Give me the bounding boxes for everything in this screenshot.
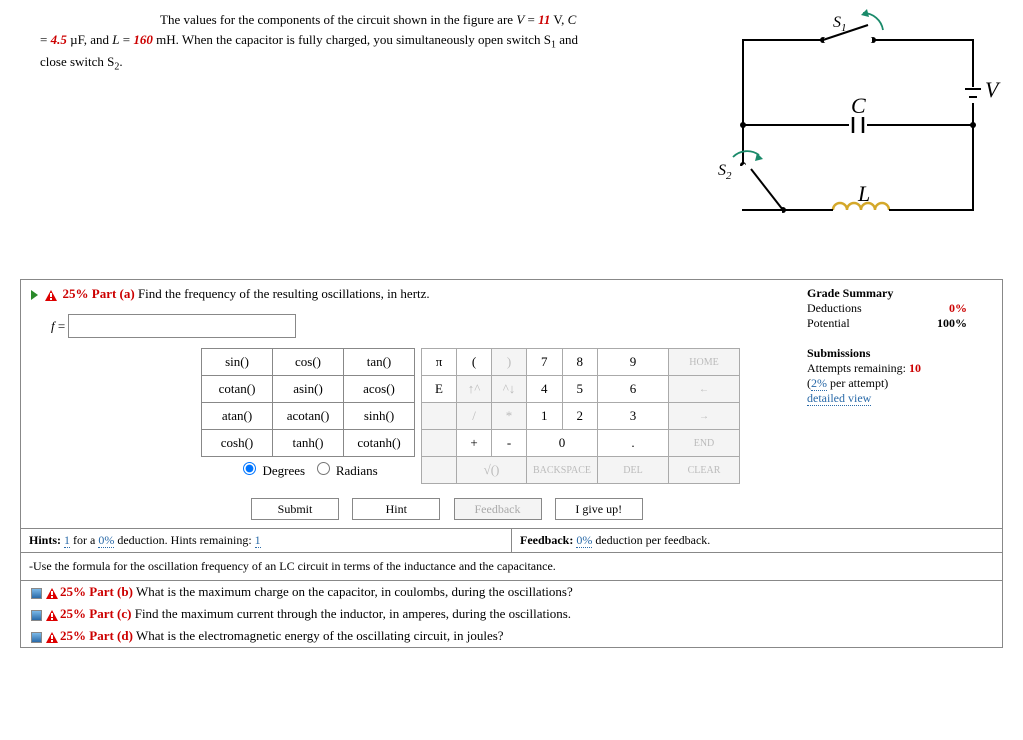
down-button[interactable]: ^↓	[492, 376, 527, 403]
feedback-button[interactable]: Feedback	[454, 498, 542, 520]
cosh-button[interactable]: cosh()	[202, 430, 273, 457]
left-button[interactable]: ←	[669, 376, 740, 403]
div-button[interactable]: /	[457, 403, 492, 430]
right-button[interactable]: →	[669, 403, 740, 430]
warning-icon	[46, 632, 58, 643]
problem-statement: The values for the components of the cir…	[40, 10, 583, 75]
minus-button[interactable]: -	[492, 430, 527, 457]
detailed-view-link[interactable]: detailed view	[807, 391, 871, 406]
end-button[interactable]: END	[669, 430, 740, 457]
numeric-keypad: π()789HOME E↑^^↓456← /*123→ +-0.END √()B…	[421, 348, 740, 484]
part-c-header[interactable]: 25% Part (c) Find the maximum current th…	[21, 603, 1002, 625]
dot-button[interactable]: .	[598, 430, 669, 457]
cos-button[interactable]: cos()	[273, 349, 344, 376]
warning-icon	[46, 588, 58, 599]
del-button[interactable]: DEL	[598, 457, 669, 484]
expand-icon[interactable]	[31, 290, 38, 300]
tan-button[interactable]: tan()	[344, 349, 415, 376]
asin-button[interactable]: asin()	[273, 376, 344, 403]
sqrt-button[interactable]: √()	[457, 457, 527, 484]
svg-text:V: V	[985, 77, 1001, 102]
hint-text: -Use the formula for the oscillation fre…	[21, 552, 1002, 580]
svg-text:S2: S2	[718, 162, 732, 182]
sinh-button[interactable]: sinh()	[344, 403, 415, 430]
num-4[interactable]: 4	[527, 376, 563, 403]
hints-deduction-link[interactable]: 0%	[98, 533, 114, 548]
pi-button[interactable]: π	[422, 349, 457, 376]
num-1[interactable]: 1	[527, 403, 563, 430]
circuit-figure: S1 V C S2	[713, 5, 1003, 239]
part-b-header[interactable]: 25% Part (b) What is the maximum charge …	[21, 581, 1002, 603]
acos-button[interactable]: acos()	[344, 376, 415, 403]
degrees-radio[interactable]: Degrees	[238, 463, 305, 478]
acotan-button[interactable]: acotan()	[273, 403, 344, 430]
num-7[interactable]: 7	[527, 349, 563, 376]
cotan-button[interactable]: cotan()	[202, 376, 273, 403]
plus-button[interactable]: +	[457, 430, 492, 457]
collapse-icon	[31, 632, 42, 643]
rparen-button[interactable]: )	[492, 349, 527, 376]
warning-icon	[45, 290, 57, 301]
home-button[interactable]: HOME	[669, 349, 740, 376]
num-2[interactable]: 2	[562, 403, 598, 430]
mul-button[interactable]: *	[492, 403, 527, 430]
feedback-deduction-link[interactable]: 0%	[576, 533, 592, 548]
num-0[interactable]: 0	[527, 430, 598, 457]
svg-text:S1: S1	[833, 14, 847, 34]
e-button[interactable]: E	[422, 376, 457, 403]
sin-button[interactable]: sin()	[202, 349, 273, 376]
backspace-button[interactable]: BACKSPACE	[527, 457, 598, 484]
svg-text:C: C	[851, 93, 866, 118]
giveup-button[interactable]: I give up!	[555, 498, 643, 520]
grade-summary: Grade Summary Deductions0% Potential100%…	[807, 286, 967, 406]
hints-info: Hints: 1 for a 0% deduction. Hints remai…	[21, 529, 512, 552]
lparen-button[interactable]: (	[457, 349, 492, 376]
num-9[interactable]: 9	[598, 349, 669, 376]
per-attempt-link[interactable]: 2%	[811, 376, 827, 391]
cotanh-button[interactable]: cotanh()	[344, 430, 415, 457]
collapse-icon	[31, 610, 42, 621]
hint-button[interactable]: Hint	[352, 498, 440, 520]
answer-input[interactable]	[68, 314, 296, 338]
tanh-button[interactable]: tanh()	[273, 430, 344, 457]
submit-button[interactable]: Submit	[251, 498, 339, 520]
part-d-header[interactable]: 25% Part (d) What is the electromagnetic…	[21, 625, 1002, 647]
num-5[interactable]: 5	[562, 376, 598, 403]
svg-text:L: L	[857, 181, 870, 206]
num-3[interactable]: 3	[598, 403, 669, 430]
collapse-icon	[31, 588, 42, 599]
clear-button[interactable]: CLEAR	[669, 457, 740, 484]
radians-radio[interactable]: Radians	[312, 463, 378, 478]
num-8[interactable]: 8	[562, 349, 598, 376]
feedback-info: Feedback: 0% deduction per feedback.	[512, 529, 1002, 552]
num-6[interactable]: 6	[598, 376, 669, 403]
up-button[interactable]: ↑^	[457, 376, 492, 403]
hints-remaining-link[interactable]: 1	[255, 533, 261, 548]
warning-icon	[46, 610, 58, 621]
function-keypad: sin()cos()tan() cotan()asin()acos() atan…	[201, 348, 415, 481]
atan-button[interactable]: atan()	[202, 403, 273, 430]
